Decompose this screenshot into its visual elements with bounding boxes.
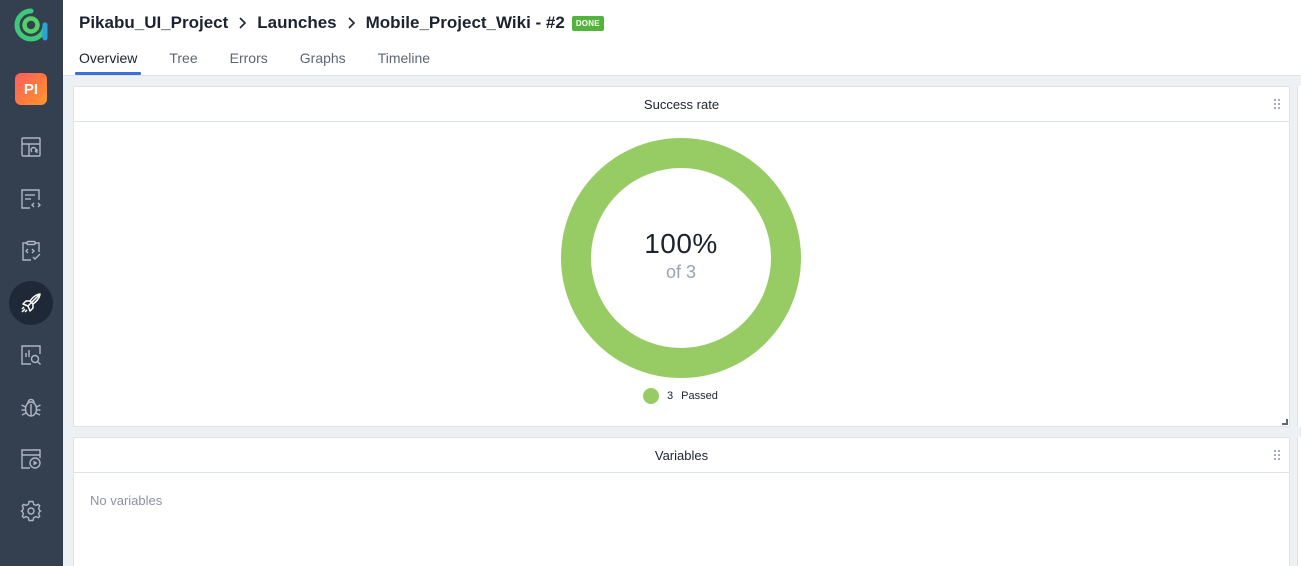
drag-handle-icon[interactable] bbox=[1274, 450, 1280, 460]
widget-body: 100% of 3 3 Passed bbox=[74, 122, 1289, 427]
tab-overview[interactable]: Overview bbox=[74, 49, 142, 75]
donut-center: 100% of 3 bbox=[561, 138, 801, 378]
variables-widget: Variables No variables bbox=[73, 437, 1290, 566]
widget-header: Variables bbox=[74, 438, 1289, 473]
status-badge: DONE bbox=[571, 15, 604, 31]
nav-jobs[interactable] bbox=[9, 437, 53, 481]
dashboards-icon bbox=[21, 137, 41, 157]
widget-header: Success rate bbox=[74, 87, 1289, 122]
nav-settings[interactable] bbox=[9, 489, 53, 533]
chart-legend[interactable]: 3 Passed bbox=[643, 388, 718, 404]
breadcrumb-project[interactable]: Pikabu_UI_Project bbox=[79, 13, 228, 33]
page-header: Pikabu_UI_Project Launches Mobile_Projec… bbox=[63, 0, 1301, 76]
adjacent-widget-edge bbox=[1297, 86, 1301, 427]
project-initials: PI bbox=[23, 80, 39, 98]
launch-tabs: Overview Tree Errors Graphs Timeline bbox=[74, 49, 462, 75]
test-plans-icon bbox=[22, 240, 41, 261]
resize-handle-icon[interactable] bbox=[1282, 419, 1288, 425]
tab-graphs[interactable]: Graphs bbox=[300, 49, 346, 74]
nav-launches[interactable] bbox=[9, 281, 53, 325]
success-rate-widget: Success rate 100% of 3 3 Passed bbox=[73, 86, 1290, 427]
launches-icon bbox=[21, 293, 41, 313]
breadcrumb-launches[interactable]: Launches bbox=[257, 13, 336, 33]
tab-errors[interactable]: Errors bbox=[230, 49, 268, 74]
widget-title: Success rate bbox=[643, 96, 720, 112]
chevron-right-icon bbox=[347, 16, 356, 30]
nav-test-cases[interactable] bbox=[9, 177, 53, 221]
jobs-icon bbox=[21, 449, 41, 469]
breadcrumb: Pikabu_UI_Project Launches Mobile_Projec… bbox=[79, 12, 604, 34]
success-percent: 100% bbox=[644, 227, 718, 259]
legend-count: 3 bbox=[667, 390, 674, 402]
test-cases-icon bbox=[21, 189, 41, 209]
nav-analytics[interactable] bbox=[9, 333, 53, 377]
nav-defects[interactable] bbox=[9, 385, 53, 429]
tab-timeline[interactable]: Timeline bbox=[378, 49, 430, 74]
drag-handle-icon[interactable] bbox=[1274, 99, 1280, 109]
legend-label: Passed bbox=[681, 390, 718, 402]
nav-test-plans[interactable] bbox=[9, 229, 53, 273]
settings-icon bbox=[20, 500, 42, 522]
project-avatar[interactable]: PI bbox=[15, 73, 47, 105]
legend-marker bbox=[643, 388, 659, 404]
breadcrumb-launch: Mobile_Project_Wiki - #2 bbox=[365, 13, 565, 32]
sidebar: PI bbox=[0, 0, 63, 566]
allure-logo[interactable] bbox=[14, 8, 48, 42]
donut-chart: 100% of 3 bbox=[561, 138, 801, 378]
total-count: of 3 bbox=[665, 261, 697, 282]
analytics-icon bbox=[21, 345, 41, 365]
empty-state-text: No variables bbox=[90, 493, 163, 508]
widget-title: Variables bbox=[654, 447, 709, 463]
adjacent-widget-edge bbox=[1297, 437, 1301, 566]
defects-icon bbox=[21, 398, 41, 417]
nav-dashboards[interactable] bbox=[9, 125, 53, 169]
tab-tree[interactable]: Tree bbox=[169, 49, 197, 74]
chevron-right-icon bbox=[238, 16, 247, 30]
